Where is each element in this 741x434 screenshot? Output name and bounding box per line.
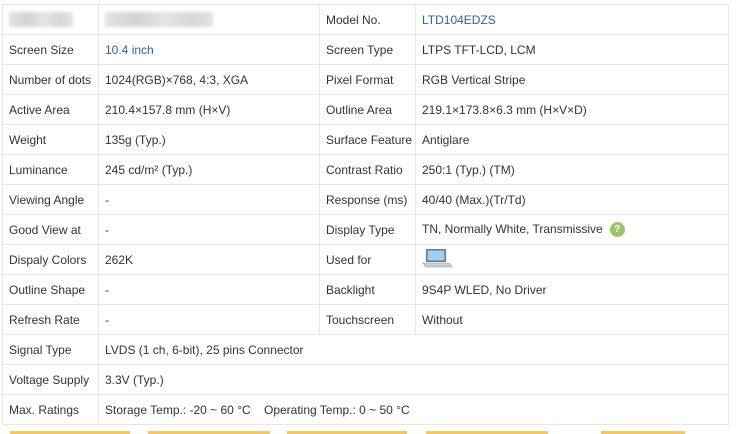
table-row: Viewing Angle - Response (ms) 40/40 (Max… [2, 184, 729, 215]
spec-table: Model No. LTD104EDZS Screen Size 10.4 in… [2, 4, 729, 425]
spec-label: Outline Area [319, 94, 416, 125]
spec-value: Storage Temp.: -20 ~ 60 °C Operating Tem… [98, 394, 729, 425]
screen-size-link[interactable]: 10.4 inch [98, 34, 320, 65]
display-type-cell: TN, Normally White, Transmissive? [415, 214, 729, 245]
table-row: Dispaly Colors 262K Used for [2, 244, 729, 275]
spec-label: Used for [319, 244, 416, 275]
spec-value: LTPS TFT-LCD, LCM [415, 34, 729, 65]
spec-label: Max. Ratings [2, 394, 99, 425]
spec-label: Display Type [319, 214, 416, 245]
table-row: Voltage Supply 3.3V (Typ.) [2, 364, 729, 395]
spec-label: Viewing Angle [2, 184, 99, 215]
spec-label: Voltage Supply [2, 364, 99, 395]
spec-label: Backlight [319, 274, 416, 305]
spec-value: 1024(RGB)×768, 4:3, XGA [98, 64, 320, 95]
table-row: Active Area 210.4×157.8 mm (H×V) Outline… [2, 94, 729, 125]
blurred-header-left [2, 4, 99, 35]
model-number-link[interactable]: LTD104EDZS [415, 4, 729, 35]
spec-value: Antiglare [415, 124, 729, 155]
spec-value: - [98, 274, 320, 305]
spec-label: Outline Shape [2, 274, 99, 305]
spec-value: 3.3V (Typ.) [98, 364, 729, 395]
table-row: Model No. LTD104EDZS [2, 4, 729, 35]
spec-value: 40/40 (Max.)(Tr/Td) [415, 184, 729, 215]
table-row: Refresh Rate - Touchscreen Without [2, 304, 729, 335]
spec-label: Model No. [319, 4, 416, 35]
laptop-icon[interactable] [422, 247, 453, 272]
spec-label: Screen Type [319, 34, 416, 65]
spec-label: Active Area [2, 94, 99, 125]
table-row: Good View at - Display Type TN, Normally… [2, 214, 729, 245]
spec-value: 245 cd/m² (Typ.) [98, 154, 320, 185]
help-icon[interactable]: ? [609, 222, 625, 238]
blurred-header-right [98, 4, 320, 35]
spec-label: Good View at [2, 214, 99, 245]
spec-value: - [98, 304, 320, 335]
table-row: Weight 135g (Typ.) Surface Feature Antig… [2, 124, 729, 155]
spec-value: TN, Normally White, Transmissive [422, 221, 603, 236]
used-for-cell [415, 244, 729, 275]
spec-value: 9S4P WLED, No Driver [415, 274, 729, 305]
spec-value: - [98, 214, 320, 245]
spec-value: 262K [98, 244, 320, 275]
spec-value: 210.4×157.8 mm (H×V) [98, 94, 320, 125]
spec-label: Touchscreen [319, 304, 416, 335]
spec-label: Refresh Rate [2, 304, 99, 335]
spec-value: - [98, 184, 320, 215]
table-row: Number of dots 1024(RGB)×768, 4:3, XGA P… [2, 64, 729, 95]
spec-label: Surface Feature [319, 124, 416, 155]
spec-label: Contrast Ratio [319, 154, 416, 185]
spec-label: Luminance [2, 154, 99, 185]
table-row: Luminance 245 cd/m² (Typ.) Contrast Rati… [2, 154, 729, 185]
spec-value: LVDS (1 ch, 6-bit), 25 pins Connector [98, 334, 729, 365]
spec-label: Signal Type [2, 334, 99, 365]
spec-value: RGB Vertical Stripe [415, 64, 729, 95]
spec-label: Number of dots [2, 64, 99, 95]
spec-label: Screen Size [2, 34, 99, 65]
spec-label: Pixel Format [319, 64, 416, 95]
spec-value: Without [415, 304, 729, 335]
table-row: Outline Shape - Backlight 9S4P WLED, No … [2, 274, 729, 305]
table-row: Max. Ratings Storage Temp.: -20 ~ 60 °C … [2, 394, 729, 425]
spec-value: 219.1×173.8×6.3 mm (H×V×D) [415, 94, 729, 125]
spec-value: 250:1 (Typ.) (TM) [415, 154, 729, 185]
spec-value: 135g (Typ.) [98, 124, 320, 155]
table-row: Screen Size 10.4 inch Screen Type LTPS T… [2, 34, 729, 65]
spec-label: Dispaly Colors [2, 244, 99, 275]
spec-label: Response (ms) [319, 184, 416, 215]
table-row: Signal Type LVDS (1 ch, 6-bit), 25 pins … [2, 334, 729, 365]
spec-label: Weight [2, 124, 99, 155]
